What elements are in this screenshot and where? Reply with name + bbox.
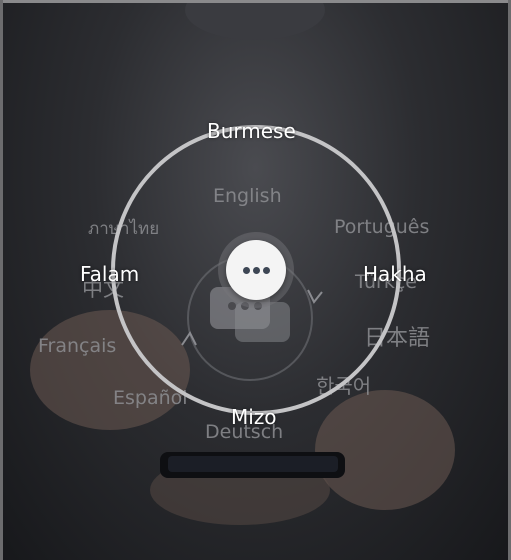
more-dots-icon (242, 266, 270, 274)
language-option-burmese[interactable]: Burmese (207, 119, 296, 143)
language-option-falam[interactable]: Falam (80, 262, 139, 286)
bg-word-francais: Français (38, 335, 117, 357)
language-option-mizo[interactable]: Mizo (231, 405, 277, 429)
dot (252, 266, 260, 274)
more-options-button[interactable] (226, 240, 286, 300)
dot (242, 266, 250, 274)
language-option-hakha[interactable]: Hakha (363, 262, 427, 286)
sleeve-shape (185, 0, 325, 40)
dot (262, 266, 270, 274)
frame-border-left (0, 0, 3, 560)
language-picker-screen: English ภาษาไทย Português 中文 Türkçe 日本語 … (0, 0, 511, 560)
right-hand-shape (315, 390, 455, 510)
phone-screen-shape (168, 456, 338, 472)
frame-border-top (0, 0, 511, 3)
